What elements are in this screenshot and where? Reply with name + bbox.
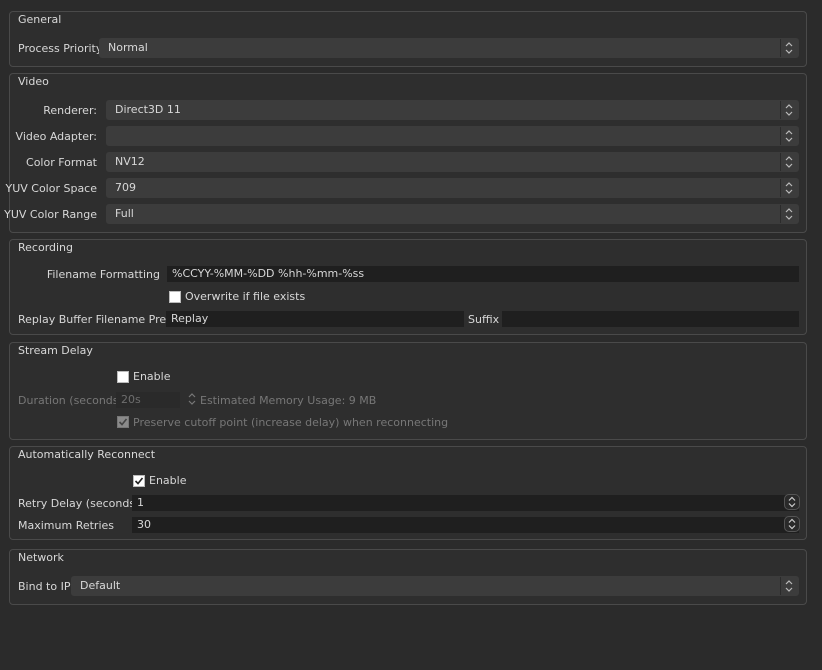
duration-spinbox[interactable]: 20s [116,392,196,408]
bind-to-ip-select[interactable]: Default [71,576,799,596]
network-title: Network [18,551,64,564]
updown-arrows-icon [780,577,798,595]
renderer-select[interactable]: Direct3D 11 [106,100,799,120]
yuv-color-range-value: Full [115,207,134,220]
memory-usage-text: Estimated Memory Usage: 9 MB [200,394,377,407]
reconnect-enable-label: Enable [149,474,187,487]
max-retries-spinbox[interactable]: 30 [132,516,800,533]
renderer-value: Direct3D 11 [115,103,181,116]
max-retries-label: Maximum Retries [18,519,115,532]
updown-arrows-icon [780,179,798,197]
duration-value: 20s [121,393,141,406]
video-adapter-select[interactable] [106,126,799,146]
overwrite-checkbox[interactable] [169,291,181,303]
process-priority-select[interactable]: Normal [99,38,799,58]
spin-arrows-icon[interactable] [784,494,800,510]
video-group: Video Renderer: Direct3D 11 Video Adapte… [4,73,807,233]
filename-formatting-label: Filename Formatting [46,268,160,281]
suffix-label: Suffix [468,313,500,326]
recording-title: Recording [18,241,74,254]
checkmark-icon [118,418,128,426]
replay-prefix-label: Replay Buffer Filename Prefix [18,313,180,326]
color-format-select[interactable]: NV12 [106,152,799,172]
process-priority-value: Normal [108,41,148,54]
video-adapter-label: Video Adapter: [15,130,97,143]
stream-delay-enable-checkbox[interactable] [117,371,129,383]
suffix-input[interactable] [502,311,799,327]
reconnect-enable-checkbox[interactable] [133,475,145,487]
yuv-color-space-label: YUV Color Space [5,182,97,195]
spin-arrows-icon[interactable] [784,516,800,532]
yuv-color-space-value: 709 [115,181,136,194]
auto-reconnect-group: Automatically Reconnect Enable Retry Del… [9,446,807,540]
retry-delay-spinbox[interactable]: 1 [132,494,800,511]
replay-prefix-input[interactable]: Replay [166,311,464,327]
general-group: General Process Priority Normal [9,11,807,67]
stream-delay-enable-label: Enable [133,370,171,383]
overwrite-label: Overwrite if file exists [185,290,306,303]
checkmark-icon [134,477,144,485]
color-format-value: NV12 [115,155,145,168]
preserve-cutoff-checkbox[interactable] [117,416,129,428]
general-title: General [18,13,62,26]
updown-arrows-icon [780,205,798,223]
updown-arrows-icon [780,39,798,57]
retry-delay-value: 1 [137,496,144,509]
process-priority-label: Process Priority [18,42,103,55]
yuv-color-range-label: YUV Color Range [4,208,97,221]
color-format-label: Color Format [26,156,97,169]
updown-arrows-icon [780,127,798,145]
recording-group: Recording Filename Formatting %CCYY-%MM-… [9,239,807,335]
renderer-label: Renderer: [43,104,97,117]
video-title: Video [18,75,49,88]
retry-delay-label: Retry Delay (seconds) [18,497,140,510]
updown-arrows-icon [780,153,798,171]
duration-label: Duration (seconds) [18,394,123,407]
spin-arrows-icon [188,392,196,411]
max-retries-value: 30 [137,518,151,531]
yuv-color-range-select[interactable]: Full [106,204,799,224]
stream-delay-title: Stream Delay [18,344,93,357]
preserve-cutoff-label: Preserve cutoff point (increase delay) w… [133,416,449,429]
yuv-color-space-select[interactable]: 709 [106,178,799,198]
bind-to-ip-label: Bind to IP [18,580,71,593]
bind-to-ip-value: Default [80,579,121,592]
network-group: Network Bind to IP Default [9,549,807,605]
updown-arrows-icon [780,101,798,119]
auto-reconnect-title: Automatically Reconnect [18,448,156,461]
filename-formatting-input[interactable]: %CCYY-%MM-%DD %hh-%mm-%ss [167,266,799,282]
stream-delay-group: Stream Delay Enable Duration (seconds) 2… [9,342,807,440]
